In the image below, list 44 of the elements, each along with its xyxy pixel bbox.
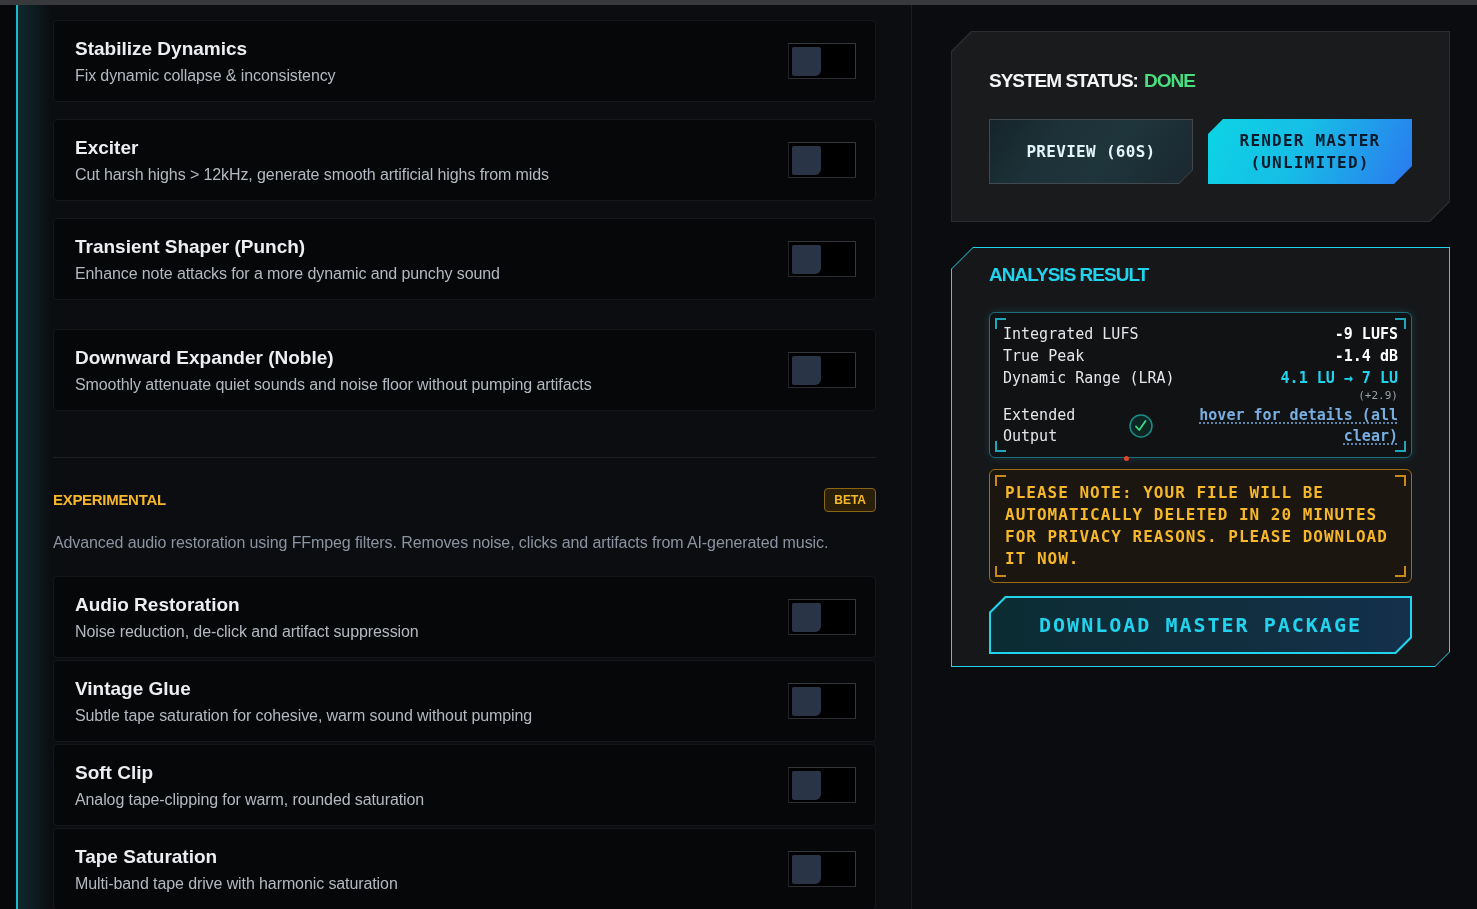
panel-title: ANALYSIS RESULT <box>989 263 1150 287</box>
metric-delta: (+2.9) <box>1358 389 1398 403</box>
section-title: EXPERIMENTAL <box>53 490 166 510</box>
effect-title: Transient Shaper (Punch) <box>75 235 307 258</box>
toggle-switch[interactable] <box>788 43 856 79</box>
effect-title: Tape Saturation <box>75 845 219 868</box>
metric-value: 4.1 LU → 7 LU <box>1280 368 1398 389</box>
metric-label: Extended Output <box>1003 405 1077 447</box>
beta-badge: BETA <box>824 488 876 512</box>
toggle-switch[interactable] <box>788 142 856 178</box>
toggle-switch[interactable] <box>788 683 856 719</box>
marker-dot-icon <box>1124 456 1129 461</box>
effect-title: Soft Clip <box>75 761 155 784</box>
metric-label: Integrated LUFS <box>1003 324 1139 345</box>
effect-title: Downward Expander (Noble) <box>75 346 335 369</box>
section-description: Advanced audio restoration using FFmpeg filters. Removes noise, clicks and artifacts from AI-generated music. <box>53 533 830 552</box>
effect-description: Cut harsh highs > 12kHz, generate smooth artificial highs from mids <box>75 164 549 184</box>
toggle-switch[interactable] <box>788 767 856 803</box>
effect-description: Smoothly attenuate quiet sounds and noise floor without pumping artifacts <box>75 374 592 394</box>
metric-value: -1.4 dB <box>1334 346 1398 367</box>
metric-value: -9 LUFS <box>1334 324 1398 345</box>
download-button[interactable]: DOWNLOAD MASTER PACKAGE <box>989 596 1412 654</box>
preview-button[interactable]: PREVIEW (60S) <box>989 119 1193 184</box>
metric-label: True Peak <box>1003 346 1085 367</box>
notice-box: PLEASE NOTE: YOUR FILE WILL BE AUTOMATICALLY DELETED IN 20 MINUTES FOR PRIVACY REASONS. PLEASE DOWNLOAD IT NOW. <box>989 469 1412 583</box>
toggle-switch[interactable] <box>788 241 856 277</box>
effect-description: Enhance note attacks for a more dynamic and punchy sound <box>75 263 500 283</box>
effect-title: Vintage Glue <box>75 677 192 700</box>
effect-title: Exciter <box>75 136 140 159</box>
metric-label: Dynamic Range (LRA) <box>1003 368 1175 389</box>
render-button[interactable]: RENDER MASTER (UNLIMITED) <box>1208 119 1412 184</box>
effect-description: Subtle tape saturation for cohesive, warm sound without pumping <box>75 705 533 725</box>
details-link[interactable]: hover for details (all clear) <box>1164 405 1398 447</box>
effect-title: Stabilize Dynamics <box>75 37 249 60</box>
effect-description: Multi-band tape drive with harmonic saturation <box>75 873 398 893</box>
effect-title: Audio Restoration <box>75 593 241 616</box>
effect-description: Noise reduction, de-click and artifact suppression <box>75 621 419 641</box>
toggle-switch[interactable] <box>788 352 856 388</box>
toggle-switch[interactable] <box>788 599 856 635</box>
effect-description: Fix dynamic collapse & inconsistency <box>75 65 336 85</box>
effect-description: Analog tape-clipping for warm, rounded saturation <box>75 789 425 809</box>
status-label: SYSTEM STATUS: <box>989 69 1138 93</box>
status-value: DONE <box>1143 69 1195 93</box>
toggle-switch[interactable] <box>788 851 856 887</box>
